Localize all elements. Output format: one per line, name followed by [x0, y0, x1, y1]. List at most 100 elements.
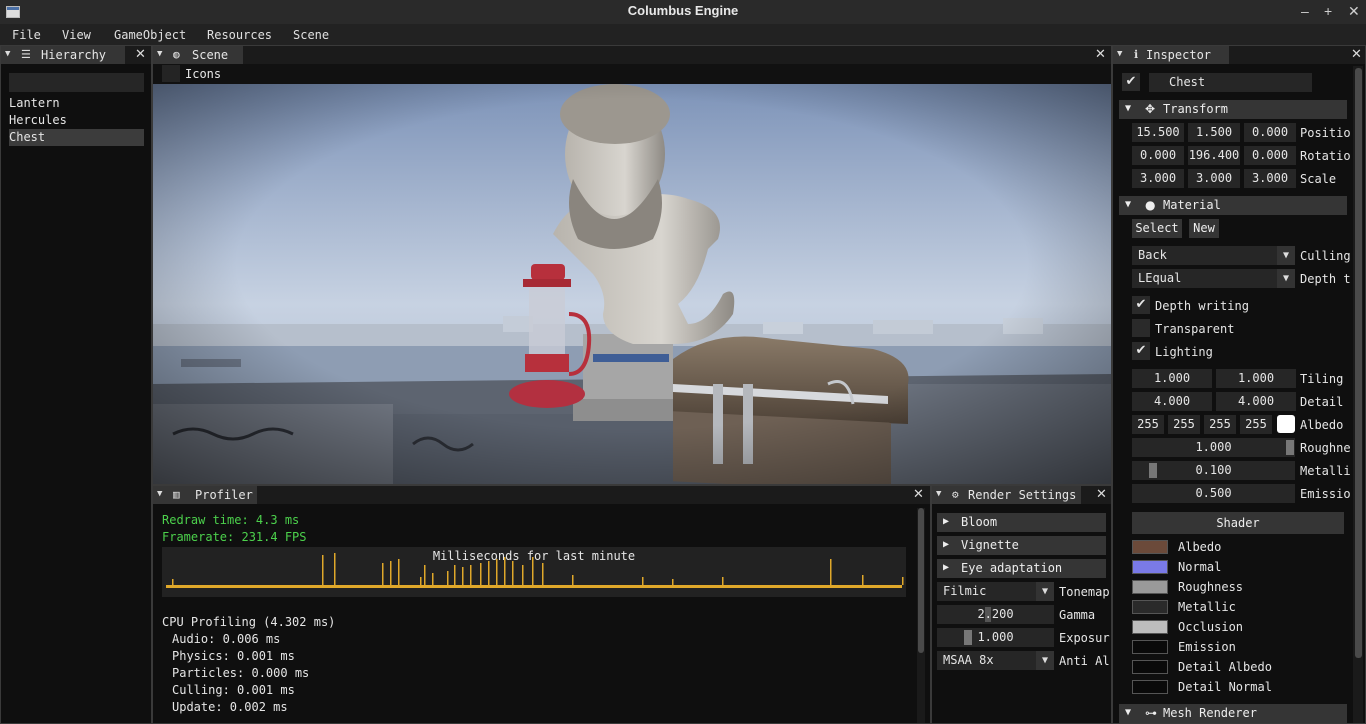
roughness-slider[interactable]: 1.000 — [1132, 438, 1295, 457]
albedo-a-field[interactable]: 255 — [1240, 415, 1272, 434]
collapse-icon[interactable]: ▼ — [157, 489, 162, 499]
detail-normal-texture-thumb[interactable] — [1132, 680, 1168, 694]
minimize-icon[interactable]: – — [1301, 3, 1309, 19]
albedo-color-swatch[interactable] — [1277, 415, 1295, 433]
hierarchy-item-hercules[interactable]: Hercules — [9, 113, 67, 127]
hierarchy-item-chest[interactable]: Chest — [9, 130, 45, 144]
lighting-checkbox[interactable]: ✔ — [1132, 342, 1150, 360]
occlusion-texture-thumb[interactable] — [1132, 620, 1168, 634]
rotation-x-field[interactable]: 0.000 — [1132, 146, 1184, 165]
profiler-tab-bar: ▼ ▥ Profiler ✕ — [153, 486, 930, 504]
inspector-scrollbar[interactable] — [1353, 66, 1363, 723]
rotation-z-field[interactable]: 0.000 — [1244, 146, 1296, 165]
maximize-icon[interactable]: + — [1324, 3, 1332, 19]
detail-x-field[interactable]: 4.000 — [1132, 392, 1212, 411]
object-name-input[interactable]: Chest — [1149, 73, 1312, 92]
metallic-texture-thumb[interactable] — [1132, 600, 1168, 614]
anti-aliasing-select[interactable]: MSAA 8x ▼ — [937, 651, 1054, 670]
tiling-y-field[interactable]: 1.000 — [1216, 369, 1296, 388]
normal-texture-thumb[interactable] — [1132, 560, 1168, 574]
hierarchy-item-chest-highlight[interactable]: Chest — [9, 129, 144, 146]
collapse-icon[interactable]: ▼ — [1117, 49, 1122, 59]
chevron-down-icon: ▼ — [1036, 651, 1054, 670]
scene-viewport[interactable] — [153, 84, 1111, 484]
collapse-icon[interactable]: ▼ — [5, 49, 10, 59]
scale-x-field[interactable]: 3.000 — [1132, 169, 1184, 188]
close-scene-icon[interactable]: ✕ — [1095, 47, 1106, 62]
emission-slider[interactable]: 0.500 — [1132, 484, 1295, 503]
menu-resources[interactable]: Resources — [207, 28, 272, 42]
albedo-r-field[interactable]: 255 — [1132, 415, 1164, 434]
material-header[interactable]: ▼ ● Material — [1119, 196, 1347, 215]
hierarchy-tab-bar: ▼ ☰ Hierarchy ✕ — [1, 46, 151, 64]
tab-hierarchy-label: Hierarchy — [41, 48, 107, 62]
depth-test-label: Depth t — [1300, 272, 1351, 286]
close-profiler-icon[interactable]: ✕ — [913, 487, 924, 502]
profiler-scrollbar[interactable] — [917, 508, 925, 723]
roughness-texture-thumb[interactable] — [1132, 580, 1168, 594]
menu-gameobject[interactable]: GameObject — [114, 28, 186, 42]
culling-select[interactable]: Back ▼ — [1132, 246, 1295, 265]
transparent-checkbox[interactable] — [1132, 319, 1150, 337]
mesh-renderer-header[interactable]: ▼ ⊶ Mesh Renderer — [1119, 704, 1347, 723]
chevron-down-icon: ▼ — [1036, 582, 1054, 601]
graph-spike — [424, 565, 426, 585]
globe-icon: ◍ — [173, 48, 180, 61]
gamma-label: Gamma — [1059, 608, 1096, 622]
tab-hierarchy[interactable]: ▼ ☰ Hierarchy — [1, 46, 125, 64]
select-material-button[interactable]: Select — [1132, 219, 1182, 238]
hierarchy-item-lantern[interactable]: Lantern — [9, 96, 60, 110]
inspector-scroll-thumb[interactable] — [1355, 68, 1362, 658]
tiling-x-field[interactable]: 1.000 — [1132, 369, 1212, 388]
close-window-icon[interactable]: ✕ — [1348, 3, 1360, 20]
tab-scene-label: Scene — [192, 48, 229, 62]
menu-file[interactable]: File — [12, 28, 41, 42]
albedo-texture-thumb[interactable] — [1132, 540, 1168, 554]
exposure-slider[interactable]: 1.000 — [937, 628, 1054, 647]
menu-view[interactable]: View — [62, 28, 91, 42]
close-inspector-icon[interactable]: ✕ — [1351, 47, 1362, 62]
position-x-field[interactable]: 15.500 — [1132, 123, 1184, 142]
collapse-icon[interactable]: ▼ — [157, 49, 162, 59]
graph-spike — [420, 577, 422, 585]
profiler-panel: ▼ ▥ Profiler ✕ Redraw time: 4.3 ms Frame… — [152, 485, 931, 724]
tab-inspector[interactable]: ▼ ℹ Inspector — [1113, 46, 1229, 64]
detail-y-field[interactable]: 4.000 — [1216, 392, 1296, 411]
tab-render-settings[interactable]: ▼ ⚙ Render Settings — [932, 486, 1081, 504]
icons-checkbox[interactable] — [162, 65, 180, 82]
albedo-b-field[interactable]: 255 — [1204, 415, 1236, 434]
emission-texture-thumb[interactable] — [1132, 640, 1168, 654]
rotation-y-field[interactable]: 196.400 — [1188, 146, 1240, 165]
object-enabled-checkbox[interactable]: ✔ — [1122, 73, 1140, 91]
gamma-slider[interactable]: 2.200 — [937, 605, 1054, 624]
metallic-slider[interactable]: 0.100 — [1132, 461, 1295, 480]
collapse-icon[interactable]: ▼ — [936, 489, 941, 499]
albedo-texture-label: Albedo — [1178, 540, 1222, 554]
position-z-field[interactable]: 0.000 — [1244, 123, 1296, 142]
position-y-field[interactable]: 1.500 — [1188, 123, 1240, 142]
depth-test-select[interactable]: LEqual ▼ — [1132, 269, 1295, 288]
new-material-button[interactable]: New — [1189, 219, 1219, 238]
profiler-scroll-thumb[interactable] — [918, 508, 924, 653]
hierarchy-search-input[interactable] — [9, 73, 144, 92]
shader-button[interactable]: Shader — [1132, 512, 1344, 534]
albedo-g-field[interactable]: 255 — [1168, 415, 1200, 434]
cpu-profiling-header: CPU Profiling (4.302 ms) — [162, 615, 336, 629]
scale-y-field[interactable]: 3.000 — [1188, 169, 1240, 188]
detail-albedo-texture-thumb[interactable] — [1132, 660, 1168, 674]
bloom-section[interactable]: ▶ Bloom — [937, 513, 1106, 532]
graph-spike — [322, 555, 324, 585]
tab-scene[interactable]: ▼ ◍ Scene — [153, 46, 243, 64]
scale-z-field[interactable]: 3.000 — [1244, 169, 1296, 188]
vignette-section[interactable]: ▶ Vignette — [937, 536, 1106, 555]
depth-writing-checkbox[interactable]: ✔ — [1132, 296, 1150, 314]
eye-adaptation-section[interactable]: ▶ Eye adaptation — [937, 559, 1106, 578]
menu-scene[interactable]: Scene — [293, 28, 329, 42]
tab-profiler[interactable]: ▼ ▥ Profiler — [153, 486, 257, 504]
transform-header[interactable]: ▼ ✥ Transform — [1119, 100, 1347, 119]
close-render-settings-icon[interactable]: ✕ — [1096, 487, 1107, 502]
tonemap-select[interactable]: Filmic ▼ — [937, 582, 1054, 601]
scale-label: Scale — [1300, 172, 1337, 186]
close-hierarchy-icon[interactable]: ✕ — [135, 47, 146, 62]
info-icon: ℹ — [1134, 48, 1139, 61]
